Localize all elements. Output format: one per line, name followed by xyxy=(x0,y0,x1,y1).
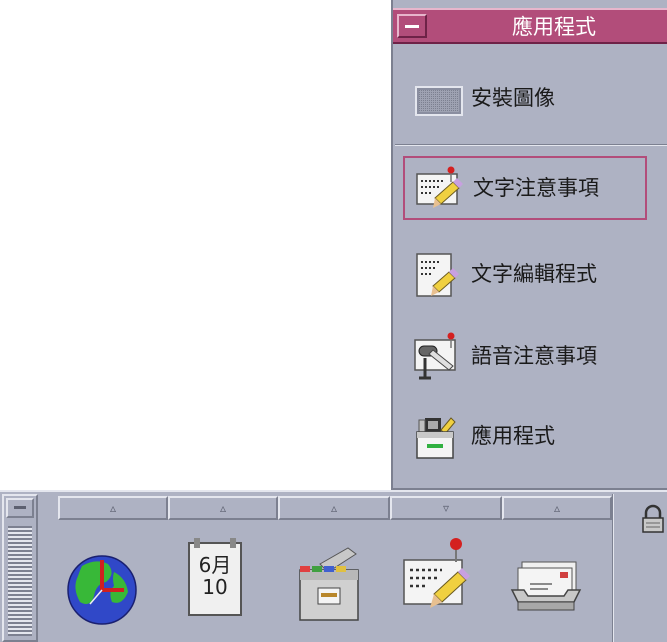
subpanel-item-text-editor[interactable]: 文字編輯程式 xyxy=(403,244,647,308)
calendar-month: 6月 xyxy=(198,553,232,577)
subpanel-arrow-button[interactable]: ▵ xyxy=(502,496,612,520)
text-note-icon xyxy=(416,166,463,208)
subpanel-item-label: 應用程式 xyxy=(471,424,555,448)
front-panel-divider xyxy=(612,494,614,642)
subpanel-arrow-button[interactable]: ▵ xyxy=(168,496,278,520)
install-icons-drop-icon xyxy=(415,86,463,116)
lock-icon[interactable] xyxy=(640,504,666,534)
subpanel-title: 應用程式 xyxy=(512,15,596,39)
up-arrow-icon: ▵ xyxy=(553,501,561,515)
binder-ring xyxy=(230,538,236,548)
minimize-icon xyxy=(14,506,26,509)
subpanel-item-applications[interactable]: 應用程式 xyxy=(403,406,647,470)
application-manager-icon xyxy=(416,417,456,459)
subpanel-item-label: 文字編輯程式 xyxy=(471,262,597,286)
front-panel-handle[interactable] xyxy=(2,494,38,642)
text-note-icon[interactable] xyxy=(398,532,478,632)
clock-globe-icon[interactable] xyxy=(62,532,142,632)
minimize-icon xyxy=(405,25,419,28)
text-editor-icon xyxy=(416,253,459,297)
subpanel-minimize-button[interactable] xyxy=(397,14,427,38)
applications-subpanel: 應用程式 安裝圖像 文字注意事項 文字編輯程式 語音注意事項 應用程式 xyxy=(391,0,667,490)
down-arrow-icon: ▿ xyxy=(442,501,450,515)
subpanel-item-label: 文字注意事項 xyxy=(473,176,599,200)
voice-note-icon xyxy=(414,332,456,380)
file-manager-icon[interactable] xyxy=(290,532,370,632)
mailer-icon[interactable] xyxy=(508,532,588,632)
calendar-page: 6月 10 xyxy=(188,538,242,616)
front-panel: ▵ ▵ ▵ ▿ ▵ 6月 10 xyxy=(0,490,667,642)
up-arrow-icon: ▵ xyxy=(330,501,338,515)
calendar-day: 10 xyxy=(202,575,228,599)
subpanel-item-label: 語音注意事項 xyxy=(471,344,597,368)
subpanel-item-install-icons[interactable]: 安裝圖像 xyxy=(403,68,647,132)
subpanel-arrow-button[interactable]: ▿ xyxy=(390,496,502,520)
drag-grip[interactable] xyxy=(8,526,32,636)
calendar-icon[interactable]: 6月 10 xyxy=(176,532,256,632)
subpanel-titlebar[interactable]: 應用程式 xyxy=(393,8,667,44)
binder-ring xyxy=(194,538,200,548)
subpanel-item-voice-note[interactable]: 語音注意事項 xyxy=(403,326,647,390)
subpanel-item-label: 安裝圖像 xyxy=(471,86,555,110)
subpanel-item-text-note[interactable]: 文字注意事項 xyxy=(403,156,647,220)
up-arrow-icon: ▵ xyxy=(219,501,227,515)
subpanel-arrow-button[interactable]: ▵ xyxy=(278,496,390,520)
subpanel-divider xyxy=(395,144,667,146)
front-panel-minimize-button[interactable] xyxy=(6,498,34,518)
subpanel-arrow-button[interactable]: ▵ xyxy=(58,496,168,520)
up-arrow-icon: ▵ xyxy=(109,501,117,515)
